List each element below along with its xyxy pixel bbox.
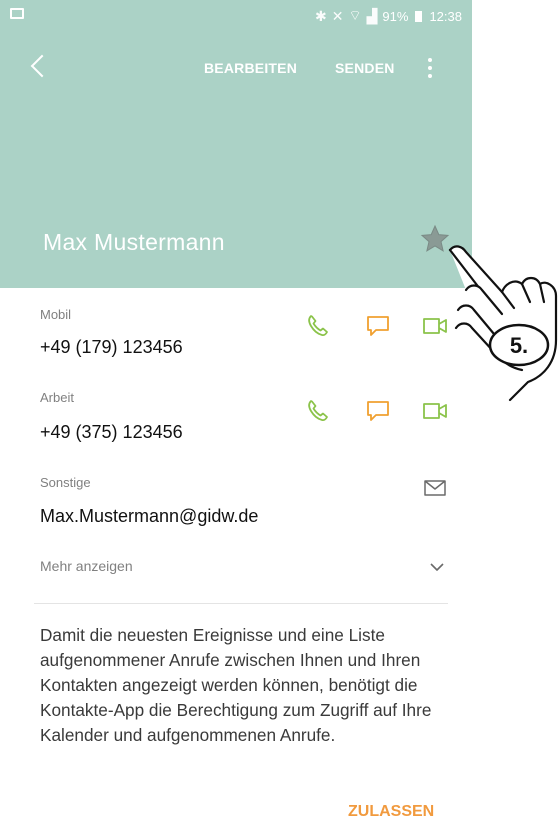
- clock: 12:38: [429, 8, 462, 24]
- mobile-message-icon[interactable]: [365, 313, 391, 339]
- edit-button[interactable]: BEARBEITEN: [204, 60, 297, 76]
- work-number[interactable]: +49 (375) 123456: [40, 422, 183, 443]
- section-divider: [34, 603, 448, 604]
- mobile-label: Mobil: [40, 307, 72, 322]
- toolbar: BEARBEITEN SENDEN: [0, 50, 472, 90]
- email-address[interactable]: Max.Mustermann@gidw.de: [40, 506, 258, 527]
- wifi-icon: ⌔: [348, 7, 362, 23]
- contact-header: ✱ ✕ ⌔ ▟ 91% 12:38 BEARBEITEN SENDEN Max …: [0, 0, 472, 288]
- contact-screen: ✱ ✕ ⌔ ▟ 91% 12:38 BEARBEITEN SENDEN Max …: [0, 0, 472, 824]
- bluetooth-icon: ✱: [315, 7, 327, 24]
- gallery-notification-icon: [10, 8, 24, 19]
- permission-text: Damit die neuesten Ereignisse und eine L…: [40, 625, 432, 745]
- work-message-icon[interactable]: [365, 398, 391, 424]
- contact-name: Max Mustermann: [43, 229, 225, 255]
- send-button[interactable]: SENDEN: [335, 60, 395, 76]
- status-bar: ✱ ✕ ⌔ ▟ 91% 12:38: [0, 0, 472, 40]
- email-icon[interactable]: [422, 475, 448, 501]
- work-call-icon[interactable]: [305, 398, 331, 424]
- step-number: 5.: [510, 333, 528, 358]
- work-label: Arbeit: [40, 390, 74, 405]
- battery-percent: 91%: [382, 8, 409, 24]
- battery-icon: [415, 10, 423, 22]
- status-icons: ✱ ✕ ⌔ ▟ 91% 12:38: [315, 7, 462, 25]
- more-options-icon[interactable]: [427, 58, 433, 82]
- other-label: Sonstige: [40, 475, 91, 490]
- signal-icon: ▟: [366, 7, 378, 24]
- back-arrow-icon[interactable]: [30, 54, 54, 78]
- show-more-label[interactable]: Mehr anzeigen: [40, 558, 133, 574]
- pointing-hand-icon: 5.: [448, 245, 558, 402]
- mute-icon: ✕: [331, 7, 344, 24]
- mobile-call-icon[interactable]: [305, 313, 331, 339]
- mobile-number[interactable]: +49 (179) 123456: [40, 337, 183, 358]
- chevron-down-icon[interactable]: [424, 554, 450, 580]
- allow-button[interactable]: ZULASSEN: [348, 803, 434, 821]
